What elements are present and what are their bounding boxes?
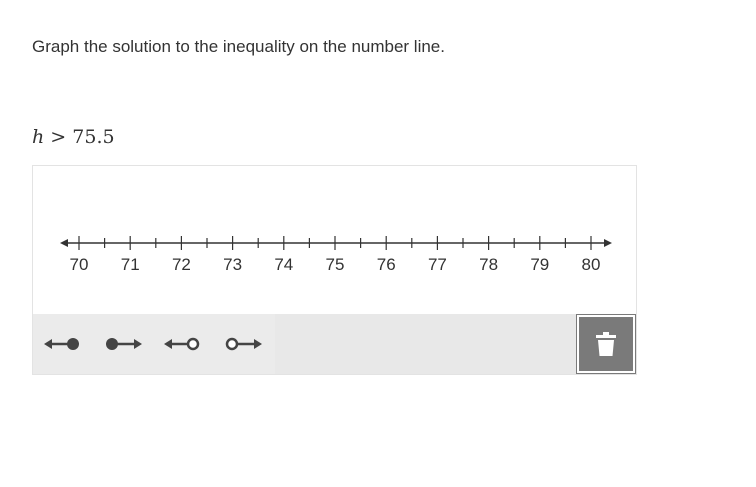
- open-left-ray-tool[interactable]: [153, 314, 213, 374]
- open-circle-left-arrow-icon: [164, 337, 200, 351]
- closed-left-ray-tool[interactable]: [33, 314, 93, 374]
- tick-label: 72: [172, 255, 191, 274]
- graph-card: 70 71 72 73 74 75 76 77 78 79 80: [32, 165, 637, 375]
- tick-label: 77: [428, 255, 447, 274]
- tick-label: 75: [326, 255, 345, 274]
- tick-label: 74: [274, 255, 293, 274]
- tick-label: 70: [70, 255, 89, 274]
- left-arrowhead: [60, 239, 68, 247]
- closed-right-ray-tool[interactable]: [93, 314, 153, 374]
- inequality-operator: >: [50, 126, 67, 148]
- number-line[interactable]: 70 71 72 73 74 75 76 77 78 79 80: [33, 166, 638, 314]
- inequality-value: 75.5: [72, 126, 115, 148]
- tick-label: 78: [479, 255, 498, 274]
- tool-group: [33, 314, 275, 374]
- graph-toolbar: [33, 314, 636, 374]
- delete-button[interactable]: [576, 314, 636, 374]
- closed-circle-left-arrow-icon: [44, 338, 79, 350]
- inequality-expression: h > 75.5: [32, 126, 115, 148]
- tick-label: 73: [223, 255, 242, 274]
- open-circle-right-arrow-icon: [225, 337, 262, 351]
- question-prompt: Graph the solution to the inequality on …: [32, 37, 445, 56]
- tick-label: 80: [582, 255, 601, 274]
- open-right-ray-tool[interactable]: [213, 314, 273, 374]
- closed-circle-right-arrow-icon: [106, 338, 142, 350]
- right-arrowhead: [604, 239, 612, 247]
- tick-label: 76: [377, 255, 396, 274]
- trash-icon: [596, 332, 616, 356]
- tick-label: 79: [530, 255, 549, 274]
- inequality-variable: h: [32, 126, 45, 148]
- tick-label: 71: [121, 255, 140, 274]
